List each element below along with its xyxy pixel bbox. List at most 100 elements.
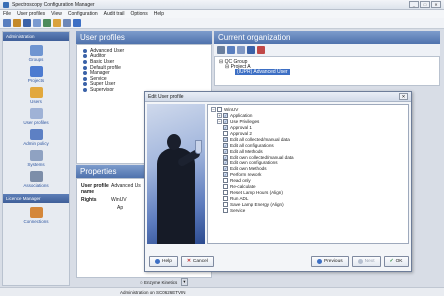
checkbox[interactable]: [223, 160, 228, 166]
app-icon: [3, 1, 9, 8]
prop-value: Advanced Us: [111, 183, 141, 189]
sidebar-item-associations[interactable]: Associations: [3, 171, 69, 188]
checkbox[interactable]: [223, 184, 228, 190]
menu-audit-trail[interactable]: Audit trail: [104, 11, 125, 17]
window-title: Spectroscopy Configuration Manager: [12, 1, 95, 8]
dialog-left-buttons: Help ✕ Cancel: [149, 256, 214, 267]
properties-title: Properties: [80, 167, 117, 176]
checkbox[interactable]: [223, 119, 228, 125]
dialog-close-button[interactable]: ✕: [399, 93, 408, 100]
expand-icon[interactable]: +: [217, 113, 222, 119]
profile-icon: [83, 59, 87, 64]
sidebar-item-connections[interactable]: Connections: [3, 207, 69, 224]
checkbox[interactable]: [223, 172, 228, 178]
combo-value: Enzyme Kinetics: [143, 279, 178, 285]
org-title: Current organization: [218, 33, 291, 42]
sidebar-item-projects[interactable]: Projects: [3, 66, 69, 83]
cancel-label: Cancel: [192, 259, 208, 264]
menu-user-profiles[interactable]: User profiles: [17, 11, 45, 17]
maximize-button[interactable]: □: [420, 1, 430, 8]
previous-button[interactable]: Previous: [311, 256, 349, 267]
chevron-down-icon[interactable]: ▾: [181, 278, 188, 286]
filter-icon[interactable]: [217, 46, 225, 54]
sidebar-item-admin-policy[interactable]: Admin policy: [3, 129, 69, 146]
folder-icon[interactable]: [53, 19, 61, 27]
help-icon: [155, 259, 160, 264]
minimize-button[interactable]: _: [409, 1, 419, 8]
bottom-combo[interactable]: ○ Enzyme Kinetics ▾: [140, 278, 188, 286]
edit-icon[interactable]: [237, 46, 245, 54]
checkbox[interactable]: [223, 113, 228, 119]
checkbox[interactable]: [223, 201, 228, 207]
link-icon[interactable]: [247, 46, 255, 54]
sidebar-section-licence[interactable]: Licence Manager: [3, 194, 69, 203]
associations-icon: [29, 171, 43, 182]
sidebar-item-users[interactable]: Users: [3, 87, 69, 104]
menu-configuration[interactable]: Configuration: [68, 11, 98, 17]
rights-tree: −WinUV+Application−Use PrivilegesApprova…: [207, 104, 409, 244]
checkbox[interactable]: [223, 207, 228, 213]
ok-button[interactable]: ✓ OK: [383, 256, 409, 267]
previous-icon: [317, 259, 322, 264]
checkbox[interactable]: [223, 195, 228, 201]
status-bar: Administration on SC0626ETVIN: [0, 287, 444, 296]
previous-label: Previous: [324, 259, 343, 264]
checkbox[interactable]: [223, 125, 228, 131]
checkbox[interactable]: [223, 148, 228, 154]
open-icon[interactable]: [13, 19, 21, 27]
next-button[interactable]: Next: [351, 256, 381, 267]
profiles-header: User profiles: [76, 31, 212, 44]
tree-row-label: Edit own Methods: [230, 166, 267, 172]
tree-node[interactable]: (IUPR) Advanced User: [219, 68, 435, 75]
menu-options[interactable]: Options: [130, 11, 147, 17]
profile-icon: [83, 82, 87, 87]
prop-value: WinUV: [111, 197, 127, 203]
sidebar-item-groups[interactable]: Groups: [3, 45, 69, 62]
properties-icon[interactable]: [33, 19, 41, 27]
close-button[interactable]: ✕: [431, 1, 441, 8]
sidebar-item-user-profiles[interactable]: User profiles: [3, 108, 69, 125]
checkbox[interactable]: [223, 166, 228, 172]
menu-help[interactable]: Help: [154, 11, 164, 17]
checkbox[interactable]: [223, 189, 228, 195]
checkbox[interactable]: [223, 178, 228, 184]
refresh-icon[interactable]: [43, 19, 51, 27]
checkbox[interactable]: [223, 154, 228, 160]
org-header: Current organization: [214, 31, 440, 44]
tree-row-label: Service: [230, 207, 246, 213]
tree-row-label: WinUV: [224, 107, 239, 113]
checkbox[interactable]: [223, 136, 228, 142]
flask-icon: [195, 140, 202, 154]
delete-icon[interactable]: [257, 46, 265, 54]
users-icon: [29, 87, 43, 98]
menu-view[interactable]: View: [51, 11, 62, 17]
tree-row-label: Save Lamp Energy (Align): [230, 201, 284, 207]
menu-file[interactable]: File: [3, 11, 11, 17]
collapse-icon[interactable]: −: [211, 107, 216, 113]
sidebar-item-label: Connections: [23, 219, 49, 224]
cancel-icon: ✕: [186, 259, 191, 264]
sidebar-section-administration[interactable]: Administration: [3, 32, 69, 41]
checkbox[interactable]: [223, 142, 228, 148]
help-button[interactable]: Help: [149, 256, 178, 267]
sidebar-item-label: Admin policy: [23, 141, 49, 146]
dialog-right-buttons: Previous Next ✓ OK: [311, 256, 409, 267]
help-icon[interactable]: [73, 19, 81, 27]
tree-label-selected: (IUPR) Advanced User: [235, 68, 290, 75]
add-icon[interactable]: [227, 46, 235, 54]
tree-row-label: Run ADL: [230, 195, 249, 201]
sidebar-item-systems[interactable]: Systems: [3, 150, 69, 167]
tree-row[interactable]: Service: [211, 207, 405, 213]
sidebar-item-label: User profiles: [23, 120, 49, 125]
cancel-button[interactable]: ✕ Cancel: [180, 256, 214, 267]
print-icon[interactable]: [63, 19, 71, 27]
connections-icon: [29, 207, 43, 218]
groups-icon: [29, 45, 43, 56]
save-icon[interactable]: [23, 19, 31, 27]
checkbox[interactable]: [223, 131, 228, 136]
toolbar: [0, 18, 444, 29]
checkbox[interactable]: [217, 107, 222, 113]
new-icon[interactable]: [3, 19, 11, 27]
systems-icon: [29, 150, 43, 161]
collapse-icon[interactable]: −: [217, 119, 222, 125]
